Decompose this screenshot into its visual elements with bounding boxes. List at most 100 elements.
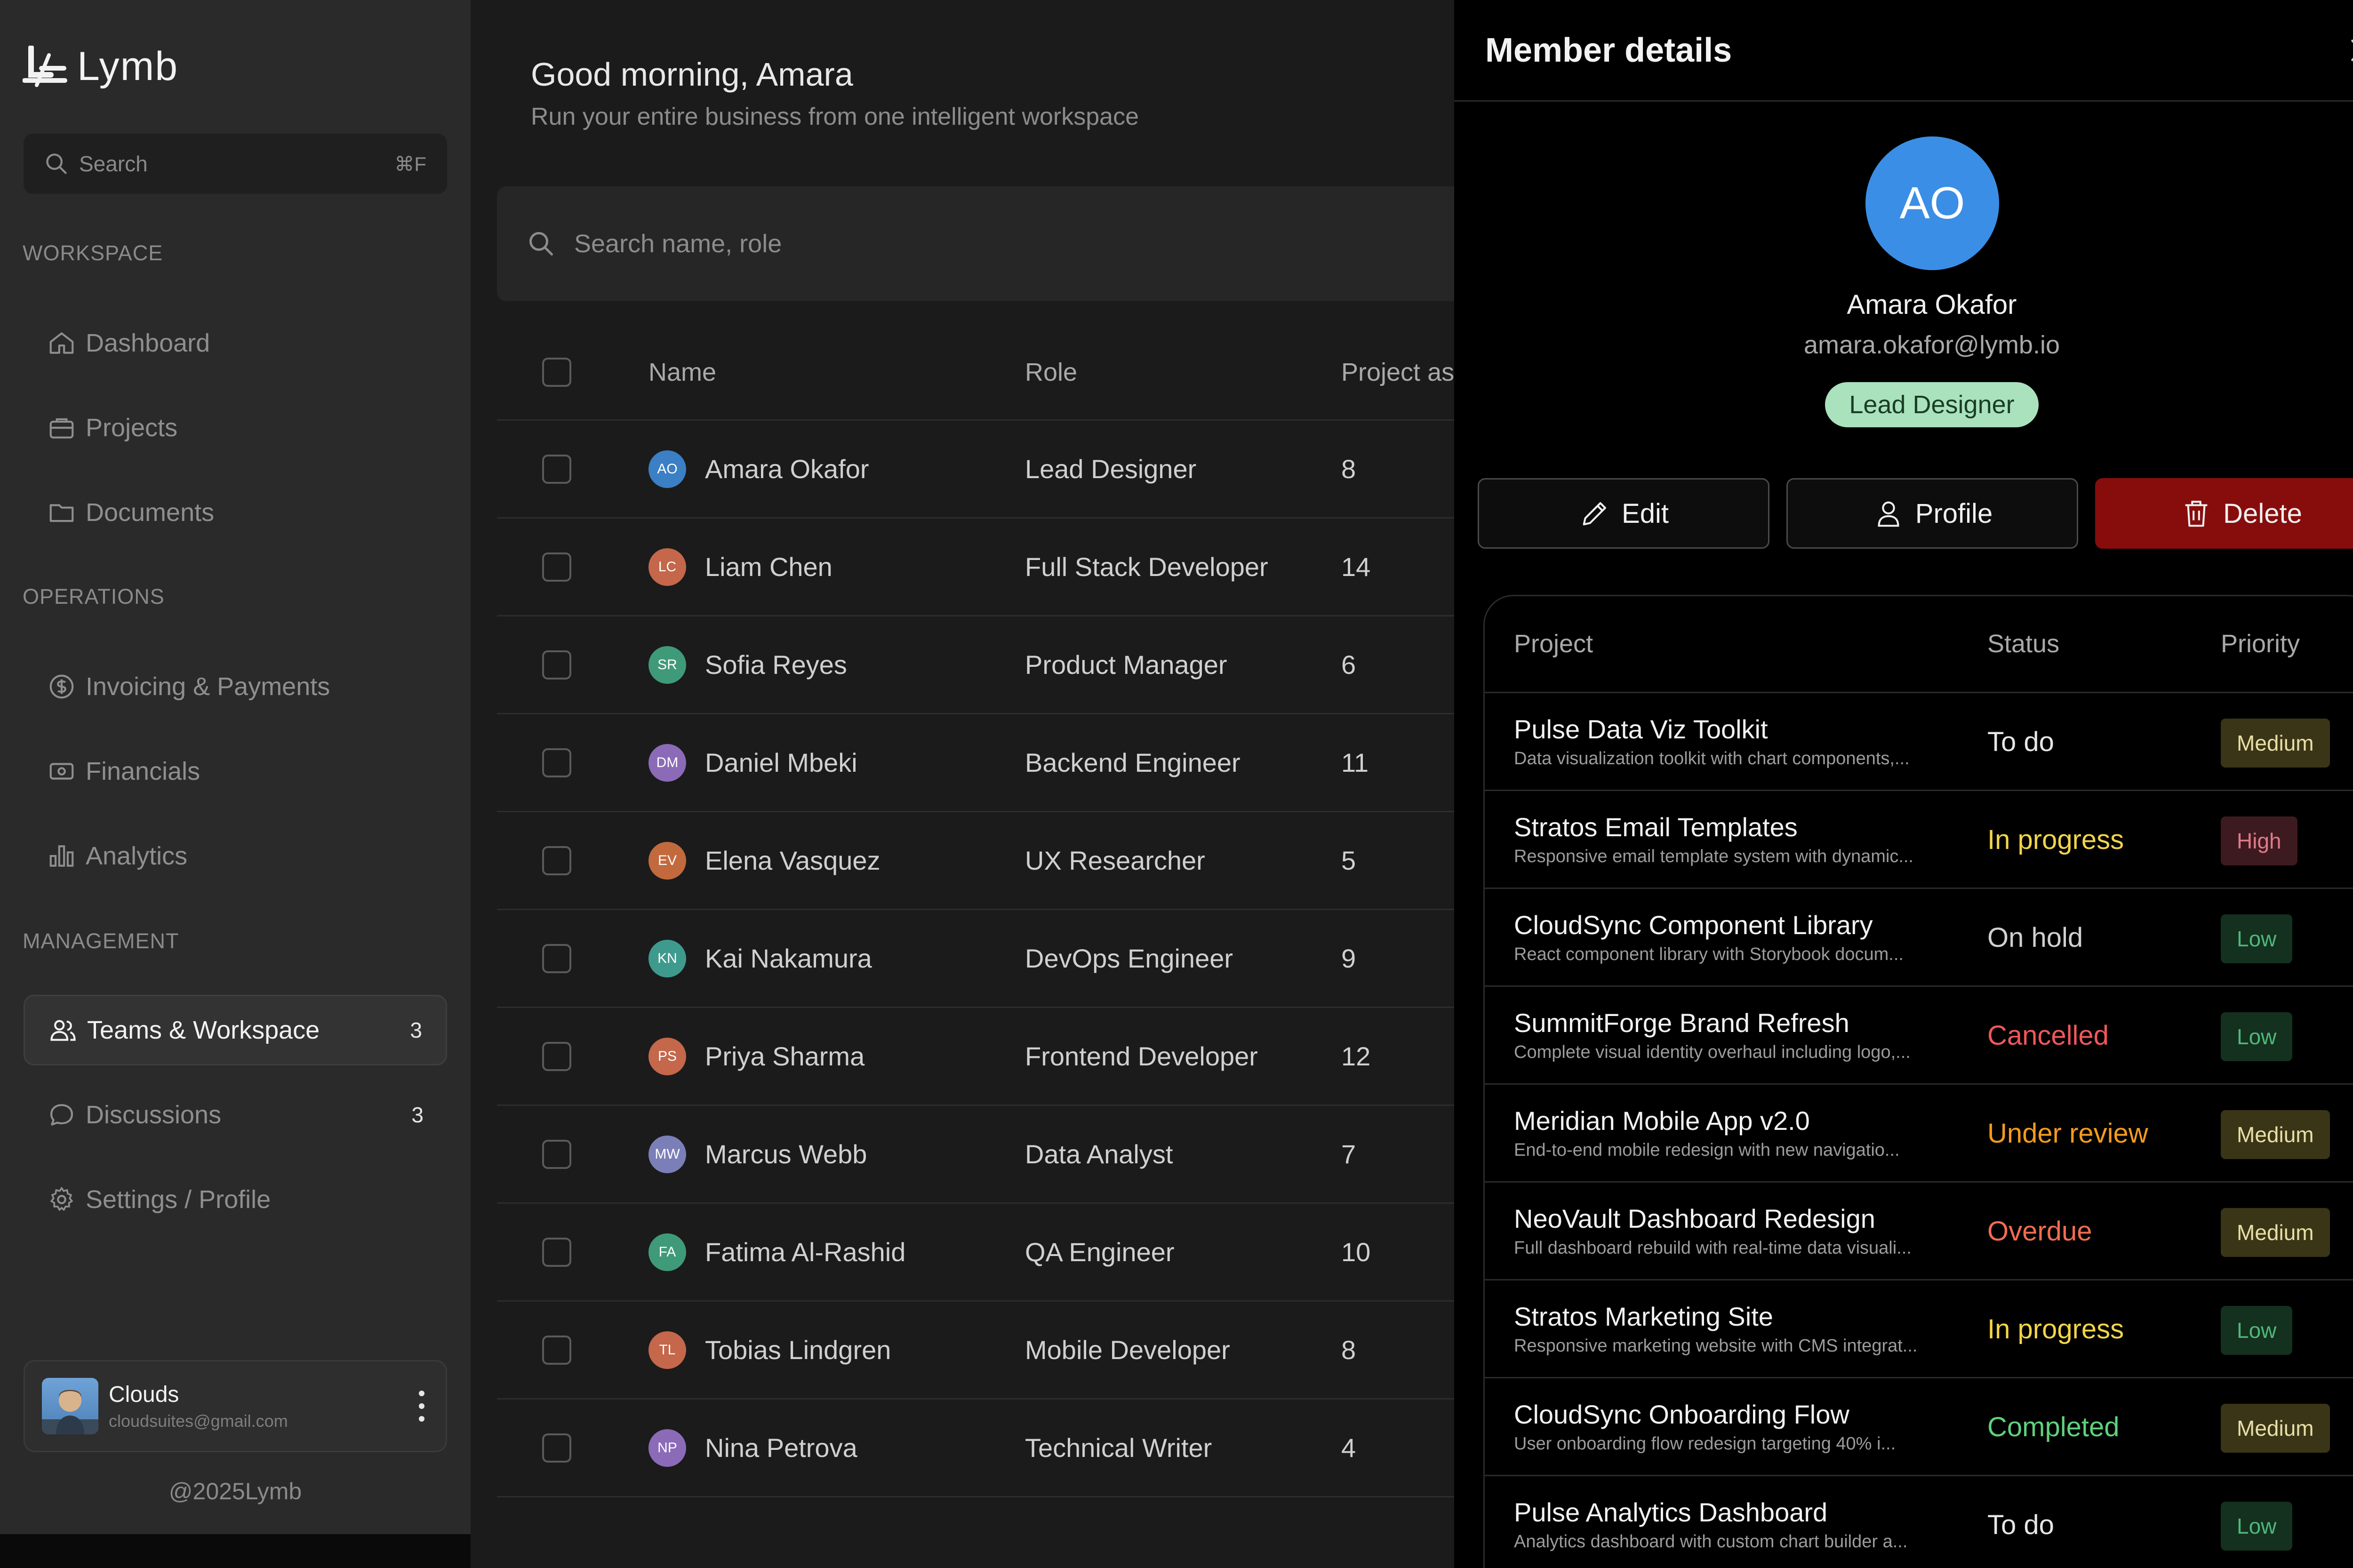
column-header-name[interactable]: Name [648, 358, 716, 387]
project-row[interactable]: SummitForge Brand Refresh Complete visual… [1485, 987, 2353, 1085]
sidebar-item-teams[interactable]: Teams & Workspace 3 [24, 995, 447, 1065]
project-status: Cancelled [1987, 1020, 2109, 1051]
member-name-cell: PS Priya Sharma [648, 1037, 865, 1075]
project-description: End-to-end mobile redesign with new navi… [1514, 1140, 1900, 1160]
member-project-count: 11 [1341, 748, 1369, 777]
member-name-cell: DM Daniel Mbeki [648, 744, 857, 782]
row-checkbox[interactable] [542, 454, 571, 484]
column-header-role[interactable]: Role [1025, 358, 1077, 387]
edit-button-label: Edit [1622, 498, 1669, 529]
user-email: cloudsuites@gmail.com [109, 1411, 288, 1431]
member-role: Mobile Developer [1025, 1335, 1230, 1365]
project-row[interactable]: CloudSync Onboarding Flow User onboarding… [1485, 1378, 2353, 1476]
logo-text: Lymb [77, 44, 179, 89]
member-avatar: AO [1865, 136, 1999, 270]
member-name: Priya Sharma [705, 1041, 865, 1071]
sidebar-item-invoicing[interactable]: Invoicing & Payments [24, 651, 447, 722]
row-checkbox[interactable] [542, 552, 571, 582]
table-row[interactable]: AO Amara Okafor Lead Designer 8 [497, 421, 1454, 519]
table-row[interactable]: TL Tobias Lindgren Mobile Developer 8 [497, 1302, 1454, 1400]
table-row[interactable]: NP Nina Petrova Technical Writer 4 [497, 1400, 1454, 1497]
project-row[interactable]: CloudSync Component Library React compone… [1485, 889, 2353, 987]
project-row[interactable]: NeoVault Dashboard Redesign Full dashboar… [1485, 1183, 2353, 1280]
row-checkbox[interactable] [542, 650, 571, 680]
project-description: Full dashboard rebuild with real-time da… [1514, 1238, 1912, 1258]
row-checkbox[interactable] [542, 748, 571, 777]
row-checkbox[interactable] [542, 1139, 571, 1169]
sidebar-item-settings[interactable]: Settings / Profile [24, 1164, 447, 1235]
table-row[interactable]: DM Daniel Mbeki Backend Engineer 11 [497, 714, 1454, 812]
member-avatar: KN [648, 939, 686, 977]
member-name: Daniel Mbeki [705, 748, 857, 777]
chat-bubble-icon [50, 1104, 73, 1126]
member-name-cell: LC Liam Chen [648, 548, 832, 586]
project-name: Meridian Mobile App v2.0 [1514, 1106, 1810, 1136]
table-row[interactable]: MW Marcus Webb Data Analyst 7 [497, 1106, 1454, 1204]
member-avatar: EV [648, 841, 686, 880]
member-name-cell: AO Amara Okafor [648, 450, 869, 488]
member-role: QA Engineer [1025, 1237, 1175, 1267]
more-options-icon[interactable] [415, 1387, 429, 1425]
table-row[interactable]: LC Liam Chen Full Stack Developer 14 [497, 519, 1454, 616]
column-header-projects[interactable]: Project as [1341, 358, 1454, 387]
copyright: @2025Lymb [168, 1478, 302, 1504]
project-row[interactable]: Pulse Analytics Dashboard Analytics dashb… [1485, 1476, 2353, 1568]
banknote-icon [49, 763, 74, 780]
member-name: Amara Okafor [1847, 289, 2017, 320]
table-row[interactable]: FA Fatima Al-Rashid QA Engineer 10 [497, 1204, 1454, 1302]
sidebar-item-label: Projects [86, 414, 178, 442]
member-search-input[interactable]: Search name, role [497, 186, 1466, 301]
member-name: Liam Chen [705, 552, 832, 582]
profile-button[interactable]: Profile [1786, 478, 2078, 549]
table-header: Name Role Project as [497, 325, 1454, 421]
select-all-checkbox[interactable] [542, 357, 571, 387]
table-row[interactable]: EV Elena Vasquez UX Researcher 5 [497, 812, 1454, 910]
row-checkbox[interactable] [542, 1433, 571, 1463]
delete-button-label: Delete [2223, 498, 2302, 529]
section-workspace: WORKSPACE [23, 241, 163, 265]
teams-count-badge: 3 [410, 1018, 422, 1042]
user-card[interactable]: Clouds cloudsuites@gmail.com [24, 1360, 447, 1452]
priority-badge: Low [2221, 1502, 2293, 1551]
member-role: Product Manager [1025, 650, 1227, 680]
priority-badge: Medium [2221, 1208, 2330, 1257]
table-row[interactable]: KN Kai Nakamura DevOps Engineer 9 [497, 910, 1454, 1008]
user-name: Clouds [109, 1382, 179, 1407]
member-name: Nina Petrova [705, 1433, 857, 1463]
sidebar-item-analytics[interactable]: Analytics [24, 821, 447, 891]
sidebar-item-financials[interactable]: Financials [24, 736, 447, 807]
row-checkbox[interactable] [542, 944, 571, 973]
row-checkbox[interactable] [542, 1237, 571, 1267]
sidebar-item-projects[interactable]: Projects [24, 392, 447, 463]
logo[interactable]: Lymb [22, 43, 179, 90]
priority-badge: Medium [2221, 1110, 2330, 1159]
project-row[interactable]: Stratos Email Templates Responsive email … [1485, 791, 2353, 889]
column-header-status: Status [1987, 630, 2060, 658]
row-checkbox[interactable] [542, 1335, 571, 1365]
table-row[interactable]: SR Sofia Reyes Product Manager 6 [497, 616, 1454, 714]
table-row[interactable]: PS Priya Sharma Frontend Developer 12 [497, 1008, 1454, 1106]
member-project-count: 12 [1341, 1041, 1371, 1071]
column-header-project: Project [1514, 630, 1593, 658]
close-icon[interactable] [2345, 34, 2353, 67]
sidebar-search[interactable]: Search ⌘F [24, 134, 447, 194]
member-project-count: 14 [1341, 552, 1371, 582]
project-row[interactable]: Meridian Mobile App v2.0 End-to-end mobil… [1485, 1085, 2353, 1183]
member-avatar: MW [648, 1135, 686, 1173]
edit-button[interactable]: Edit [1478, 478, 1769, 549]
project-name: Pulse Analytics Dashboard [1514, 1497, 1828, 1527]
delete-button[interactable]: Delete [2095, 478, 2353, 549]
project-description: Data visualization toolkit with chart co… [1514, 749, 1910, 768]
sidebar-item-documents[interactable]: Documents [24, 477, 447, 548]
project-description: User onboarding flow redesign targeting … [1514, 1434, 1896, 1454]
row-checkbox[interactable] [542, 1041, 571, 1071]
project-row[interactable]: Pulse Data Viz Toolkit Data visualization… [1485, 693, 2353, 791]
member-role: Full Stack Developer [1025, 552, 1268, 582]
member-name: Amara Okafor [705, 454, 869, 484]
member-project-count: 8 [1341, 454, 1356, 484]
project-row[interactable]: Stratos Marketing Site Responsive marketi… [1485, 1280, 2353, 1378]
sidebar-item-dashboard[interactable]: Dashboard [24, 308, 447, 378]
member-project-count: 5 [1341, 846, 1356, 875]
row-checkbox[interactable] [542, 846, 571, 875]
sidebar-item-discussions[interactable]: Discussions 3 [24, 1080, 447, 1150]
